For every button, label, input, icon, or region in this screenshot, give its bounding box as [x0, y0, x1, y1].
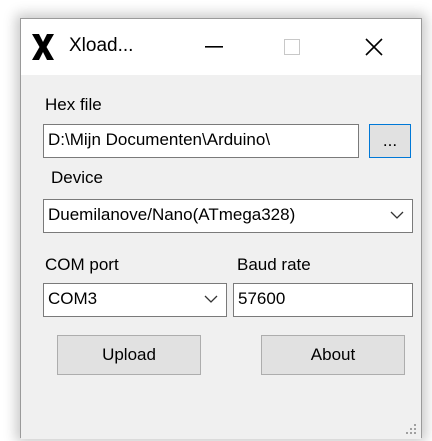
- close-icon: [365, 38, 383, 56]
- minimize-button[interactable]: [181, 19, 247, 75]
- chevron-down-icon: [204, 295, 218, 303]
- close-button[interactable]: [341, 19, 407, 75]
- about-button[interactable]: About: [261, 335, 405, 375]
- baud-rate-label: Baud rate: [237, 255, 311, 274]
- baud-rate-input[interactable]: 57600: [233, 283, 413, 317]
- hex-file-label: Hex file: [45, 95, 102, 114]
- device-label: Device: [51, 168, 103, 187]
- browse-button[interactable]: ...: [369, 124, 411, 158]
- hex-file-input[interactable]: D:\Mijn Documenten\Arduino\: [43, 124, 359, 158]
- com-port-label: COM port: [45, 255, 119, 274]
- device-selected-value: Duemilanove/Nano(ATmega328): [48, 205, 296, 224]
- x-logo-icon: [32, 34, 54, 60]
- chevron-down-icon: [390, 211, 404, 219]
- dialog-body: Hex file D:\Mijn Documenten\Arduino\ ...…: [21, 75, 421, 439]
- maximize-icon: [284, 39, 300, 55]
- window-title: Xload...: [69, 35, 134, 56]
- xloader-window: Xload... Hex file D:\Mijn Documenten\Ard…: [20, 18, 422, 439]
- com-port-select[interactable]: COM3: [43, 283, 227, 317]
- com-port-selected-value: COM3: [48, 289, 98, 308]
- title-bar[interactable]: Xload...: [21, 19, 421, 75]
- upload-button[interactable]: Upload: [57, 335, 201, 375]
- minimize-icon: [205, 46, 223, 48]
- resize-grip-icon[interactable]: [403, 421, 417, 435]
- device-select[interactable]: Duemilanove/Nano(ATmega328): [43, 199, 413, 233]
- maximize-button[interactable]: [259, 19, 325, 75]
